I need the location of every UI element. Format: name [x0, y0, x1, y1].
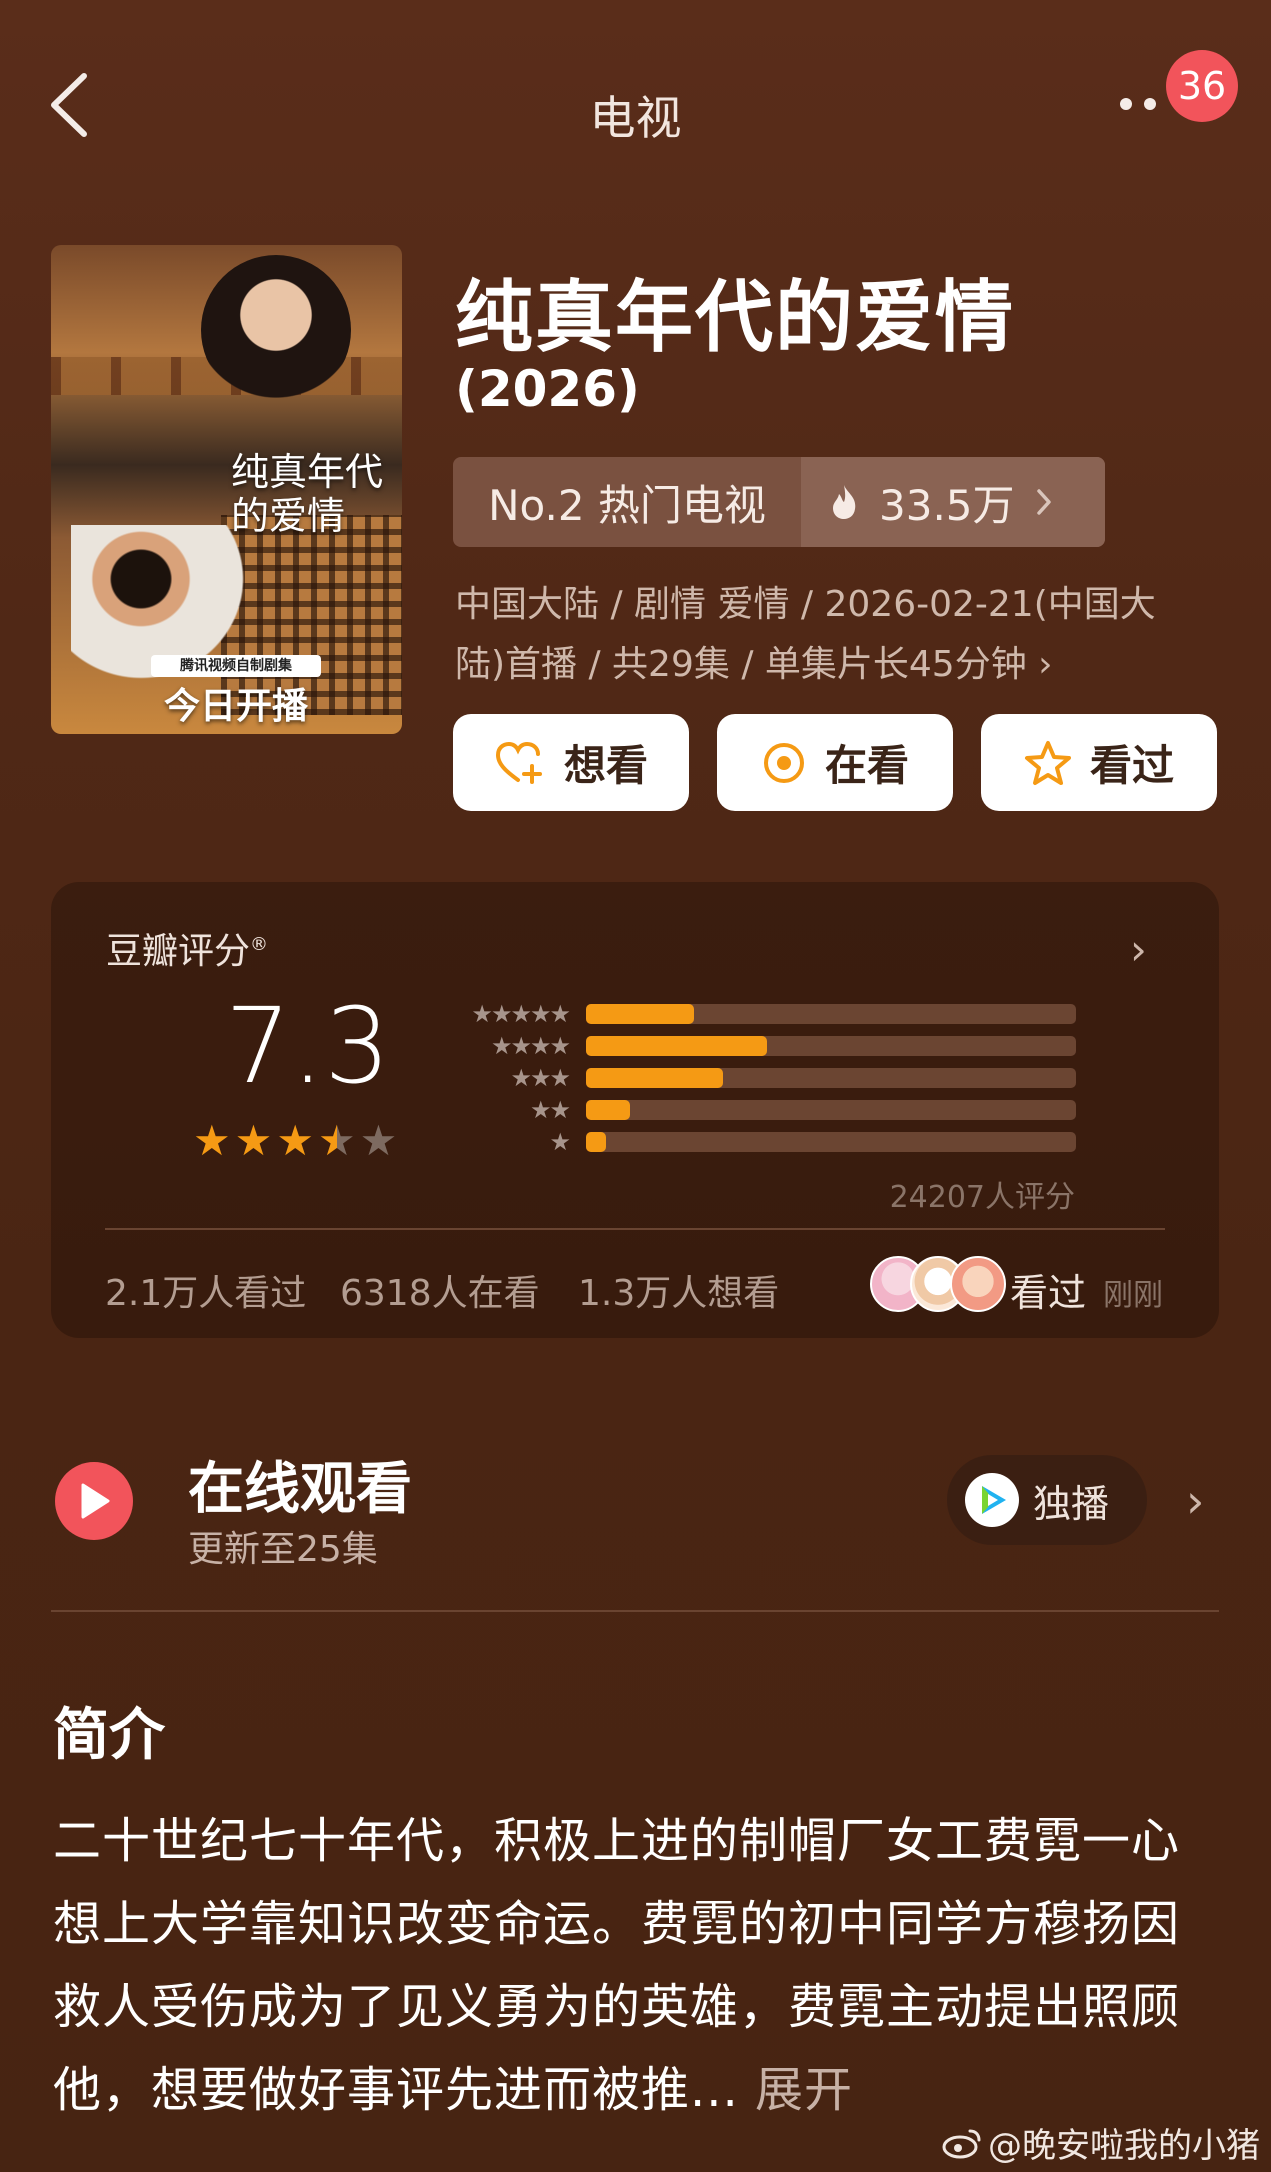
poster-tag: 腾讯视频自制剧集	[151, 655, 321, 677]
bar-stars-label: ★★★★★	[471, 1000, 571, 1028]
chevron-right-icon	[1036, 489, 1051, 515]
show-title: 纯真年代的爱情	[455, 273, 1016, 363]
chevron-right-icon[interactable]: ›	[1186, 1474, 1204, 1528]
meta-line: 中国大陆 / 剧情 爱情 / 2026-02-21(中国大	[455, 584, 1156, 625]
star-icon: ★	[193, 1116, 231, 1165]
watermark: @晚安啦我的小猪	[942, 2118, 1260, 2167]
bar-fill	[586, 1100, 631, 1120]
exclusive-platform-pill[interactable]: 独播	[947, 1455, 1147, 1545]
star-icon: ★	[317, 1116, 356, 1165]
rank-label: No.2 热门电视	[488, 480, 766, 530]
rating-bar-row: ★★★★★	[444, 1000, 1076, 1028]
rating-stars: ★ ★ ★ ★ ★	[193, 1120, 397, 1162]
watched-label: 看过	[1089, 741, 1174, 790]
bar-stars-label: ★★	[529, 1096, 571, 1124]
star-icon: ★	[234, 1116, 273, 1165]
rating-bar-row: ★★	[444, 1096, 1076, 1124]
bar-track	[586, 1004, 1076, 1024]
weibo-logo-icon	[942, 2129, 981, 2158]
watched-count[interactable]: 2.1万人看过	[105, 1264, 306, 1316]
rating-bar-row: ★★★★	[444, 1032, 1076, 1060]
show-meta[interactable]: 中国大陆 / 剧情 爱情 / 2026-02-21(中国大 陆)首播 / 共29…	[455, 575, 1195, 695]
meta-line: 陆)首播 / 共29集 / 单集片长45分钟 ›	[455, 644, 1053, 685]
rating-bar-row: ★	[444, 1128, 1076, 1156]
poster-image[interactable]: 纯真年代的爱情 腾讯视频自制剧集 今日开播	[51, 245, 402, 734]
rating-score: 7.3	[225, 985, 391, 1107]
target-icon	[763, 742, 804, 783]
friend-action: 看过	[1010, 1271, 1087, 1315]
poster-banner: 今日开播	[163, 686, 308, 727]
heat-section[interactable]: 33.5万	[801, 457, 1105, 547]
bar-fill	[586, 1068, 724, 1088]
expand-link[interactable]: 展开	[755, 2062, 853, 2118]
rating-count: 24207人评分	[889, 1180, 1075, 1215]
bar-track	[586, 1036, 1076, 1056]
tencent-video-logo-icon	[965, 1473, 1019, 1527]
divider	[105, 1228, 1165, 1230]
bar-fill	[586, 1004, 694, 1024]
friend-time: 刚刚	[1103, 1278, 1163, 1313]
chevron-right-icon[interactable]: ›	[1130, 925, 1147, 974]
bar-stars-label: ★★★★	[490, 1032, 571, 1060]
bar-fill	[586, 1132, 606, 1152]
watching-count[interactable]: 6318人在看	[340, 1264, 540, 1316]
star-outline-icon	[1024, 740, 1071, 785]
page-title: 电视	[589, 91, 682, 145]
bar-track	[586, 1100, 1076, 1120]
online-watch-subtitle: 更新至25集	[188, 1529, 378, 1570]
want-count[interactable]: 1.3万人想看	[578, 1264, 779, 1316]
watched-button[interactable]: 看过	[981, 714, 1217, 811]
star-icon: ★	[359, 1116, 398, 1165]
douban-rating-label: 豆瓣评分®	[106, 931, 269, 972]
rating-bar-row: ★★★	[444, 1064, 1076, 1092]
bar-fill	[586, 1036, 768, 1056]
bar-track	[586, 1132, 1076, 1152]
exclusive-label: 独播	[1033, 1481, 1110, 1526]
star-icon: ★	[276, 1116, 314, 1165]
heart-plus-icon	[495, 741, 542, 784]
bar-stars-label: ★	[549, 1128, 571, 1156]
dot-icon	[1120, 98, 1132, 110]
heat-value: 33.5万	[879, 480, 1015, 530]
watching-button[interactable]: 在看	[717, 714, 953, 811]
synopsis-text: 二十世纪七十年代，积极上进的制帽厂女工费霓一心想上大学靠知识改变命运。费霓的初中…	[53, 1813, 1181, 2118]
ranking-pill[interactable]: No.2 热门电视 33.5万	[453, 457, 1105, 547]
show-year: (2026)	[455, 360, 640, 418]
flame-icon	[833, 485, 856, 519]
divider	[51, 1610, 1219, 1612]
bar-track	[586, 1068, 1076, 1088]
online-watch-title[interactable]: 在线观看	[188, 1444, 412, 1525]
want-button[interactable]: 想看	[453, 714, 689, 811]
want-label: 想看	[563, 741, 648, 790]
poster-title: 纯真年代的爱情	[231, 450, 384, 538]
friend-avatars[interactable]	[870, 1256, 1006, 1312]
avatar	[950, 1256, 1006, 1312]
registered-mark: ®	[250, 934, 269, 955]
watching-label: 在看	[824, 741, 909, 790]
synopsis-title: 简介	[53, 1703, 165, 1768]
dot-icon	[1144, 98, 1156, 110]
play-button[interactable]	[55, 1462, 133, 1540]
poster-figure-art	[201, 255, 351, 405]
play-icon	[81, 1483, 110, 1519]
notification-badge[interactable]: 36	[1166, 50, 1238, 122]
chevron-right-icon: ›	[1038, 644, 1053, 685]
bar-stars-label: ★★★	[510, 1064, 571, 1092]
